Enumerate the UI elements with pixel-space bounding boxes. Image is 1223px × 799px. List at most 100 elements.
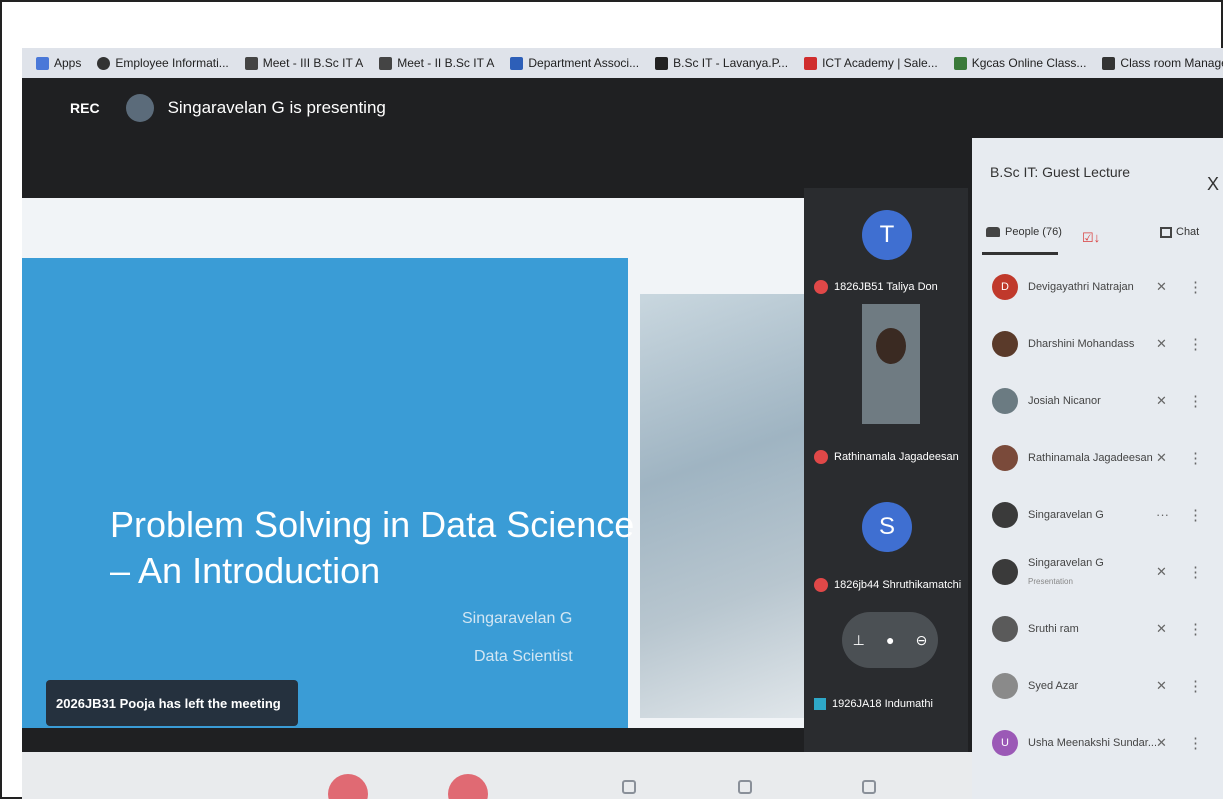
slide-title-line1: Problem Solving in Data Science — [110, 504, 635, 545]
tile-label-indumathi: 1926JA18 Indumathi — [814, 698, 933, 710]
bookmark-kgcas[interactable]: Kgcas Online Class... — [953, 56, 1086, 70]
more-options-icon[interactable]: ⋮ — [1188, 449, 1203, 467]
list-item[interactable]: Syed Azar ✕ ⋮ — [972, 657, 1223, 714]
more-options-icon[interactable]: ⋮ — [1188, 392, 1203, 410]
muted-mic-icon — [814, 280, 828, 294]
participant-name: Singaravelan G — [1028, 508, 1104, 521]
kgcas-icon — [953, 56, 967, 70]
more-options-icon[interactable]: ⋮ — [1188, 734, 1203, 752]
bookmark-meet-ii[interactable]: Meet - II B.Sc IT A — [379, 56, 494, 70]
mic-toggle-button[interactable] — [328, 774, 368, 799]
tile-label-rathinamala: Rathinamala Jagadeesan — [814, 450, 959, 464]
remove-icon[interactable]: ⊖ — [916, 632, 928, 649]
list-item[interactable]: Singaravelan G ··· ⋮ — [972, 486, 1223, 543]
slide-author: Singaravelan G — [462, 610, 573, 627]
participant-name: Singaravelan G — [1028, 557, 1104, 569]
captions-icon[interactable] — [738, 780, 752, 794]
slide-title: Problem Solving in Data Science – An Int… — [110, 502, 634, 594]
attendance-icon[interactable]: ☑↓ — [1082, 230, 1100, 246]
presenter-avatar — [125, 94, 154, 122]
participant-name: Usha Meenakshi Sundar... — [1028, 736, 1156, 749]
bookmark-employee-info[interactable]: Employee Informati... — [97, 56, 229, 70]
avatar: D — [992, 273, 1018, 300]
classroom-manage-icon — [1102, 56, 1116, 70]
more-options-icon[interactable]: ⋮ — [1188, 335, 1203, 353]
muted-mic-icon: ✕ — [1156, 563, 1167, 579]
speaking-icon — [814, 698, 826, 710]
avatar — [992, 615, 1018, 642]
participant-name: Syed Azar — [1028, 679, 1079, 692]
present-icon[interactable] — [862, 780, 876, 794]
participant-name: Dharshini Mohandass — [1028, 337, 1135, 350]
participant-name: Rathinamala Jagadeesan — [1028, 451, 1153, 464]
list-item[interactable]: D Devigayathri Natrajan ✕ ⋮ — [972, 258, 1223, 315]
photo-frame: Apps Employee Informati... Meet - III B.… — [0, 0, 1223, 799]
more-options-icon[interactable]: ⋮ — [1188, 278, 1203, 296]
tile-avatar-s[interactable]: S — [862, 502, 912, 552]
panel-title: B.Sc IT: Guest Lecture — [990, 164, 1131, 180]
left-meeting-toast: 2026JB31 Pooja has left the meeting — [46, 680, 298, 726]
tab-chat[interactable]: Chat — [1160, 226, 1199, 238]
close-icon[interactable]: X — [1207, 174, 1219, 195]
document-icon — [510, 56, 524, 70]
presentation-slide: Problem Solving in Data Science – An Int… — [22, 198, 812, 728]
pin-icon[interactable]: ⊥ — [853, 632, 865, 649]
meet-icon — [379, 56, 393, 70]
participant-tiles: T 1826JB51 Taliya Don Rathinamala Jagade… — [804, 188, 968, 752]
muted-mic-icon: ✕ — [1156, 392, 1167, 408]
meet-bottom-bar — [22, 752, 972, 799]
muted-mic-icon: ✕ — [1156, 677, 1167, 693]
bookmark-ict-academy[interactable]: ICT Academy | Sale... — [804, 56, 938, 70]
participant-face — [876, 328, 906, 364]
list-item[interactable]: Dharshini Mohandass ✕ ⋮ — [972, 315, 1223, 372]
slide-chart-photo — [640, 294, 806, 718]
tile-video-rathinamala[interactable] — [862, 304, 920, 424]
bookmarks-bar: Apps Employee Informati... Meet - III B.… — [22, 48, 1223, 78]
bookmark-apps[interactable]: Apps — [36, 56, 81, 70]
tile-hover-controls: ⊥ ● ⊖ — [842, 612, 938, 668]
more-options-icon[interactable]: ⋮ — [1188, 677, 1203, 695]
globe-icon — [97, 56, 111, 70]
more-options-icon[interactable]: ⋮ — [1188, 506, 1203, 524]
list-item[interactable]: Sruthi ram ✕ ⋮ — [972, 600, 1223, 657]
list-item[interactable]: Rathinamala Jagadeesan ✕ ⋮ — [972, 429, 1223, 486]
tab-people[interactable]: People (76) — [986, 226, 1062, 238]
muted-mic-icon: ✕ — [1156, 620, 1167, 636]
speaking-dots-icon: ··· — [1156, 507, 1169, 522]
tile-avatar-t[interactable]: T — [862, 210, 912, 260]
list-item[interactable]: Josiah Nicanor ✕ ⋮ — [972, 372, 1223, 429]
chat-icon — [1160, 226, 1172, 238]
participant-name: Sruthi ram — [1028, 622, 1079, 635]
participant-subtitle: Presentation — [1028, 577, 1073, 586]
bookmark-bsc-it[interactable]: B.Sc IT - Lavanya.P... — [655, 56, 788, 70]
more-options-icon[interactable]: ⋮ — [1188, 620, 1203, 638]
camera-toggle-button[interactable] — [448, 774, 488, 799]
participant-name: Devigayathri Natrajan — [1028, 280, 1134, 293]
hand-icon[interactable] — [622, 780, 636, 794]
muted-mic-icon: ✕ — [1156, 734, 1167, 750]
avatar — [992, 444, 1018, 471]
recording-label: REC — [70, 100, 100, 116]
avatar — [992, 387, 1018, 414]
tile-label-shruthikamatchi: 1826jb44 Shruthikamatchi — [814, 578, 961, 592]
tab-underline — [982, 252, 1058, 255]
presenting-text: Singaravelan G is presenting — [167, 98, 386, 117]
bookmark-classroom[interactable]: Class room Manage... — [1102, 56, 1223, 70]
bookmark-meet-iii[interactable]: Meet - III B.Sc IT A — [244, 56, 363, 70]
apps-icon — [36, 56, 49, 70]
muted-mic-icon — [814, 578, 828, 592]
people-icon — [986, 227, 1000, 237]
meet-icon — [244, 56, 258, 70]
list-item[interactable]: Singaravelan G Presentation ✕ ⋮ — [972, 543, 1223, 600]
mic-icon[interactable]: ● — [886, 632, 894, 648]
slide-title-line2: – An Introduction — [110, 550, 381, 591]
slide-role: Data Scientist — [474, 648, 573, 665]
more-options-icon[interactable]: ⋮ — [1188, 563, 1203, 581]
avatar — [992, 501, 1018, 528]
tile-label-taliya: 1826JB51 Taliya Don — [814, 280, 938, 294]
muted-mic-icon: ✕ — [1156, 449, 1167, 465]
meet-topbar: REC Singaravelan G is presenting — [22, 78, 972, 138]
people-panel: B.Sc IT: Guest Lecture X People (76) ☑↓ … — [972, 138, 1223, 799]
list-item[interactable]: U Usha Meenakshi Sundar... ✕ ⋮ — [972, 714, 1223, 771]
bookmark-department[interactable]: Department Associ... — [510, 56, 639, 70]
